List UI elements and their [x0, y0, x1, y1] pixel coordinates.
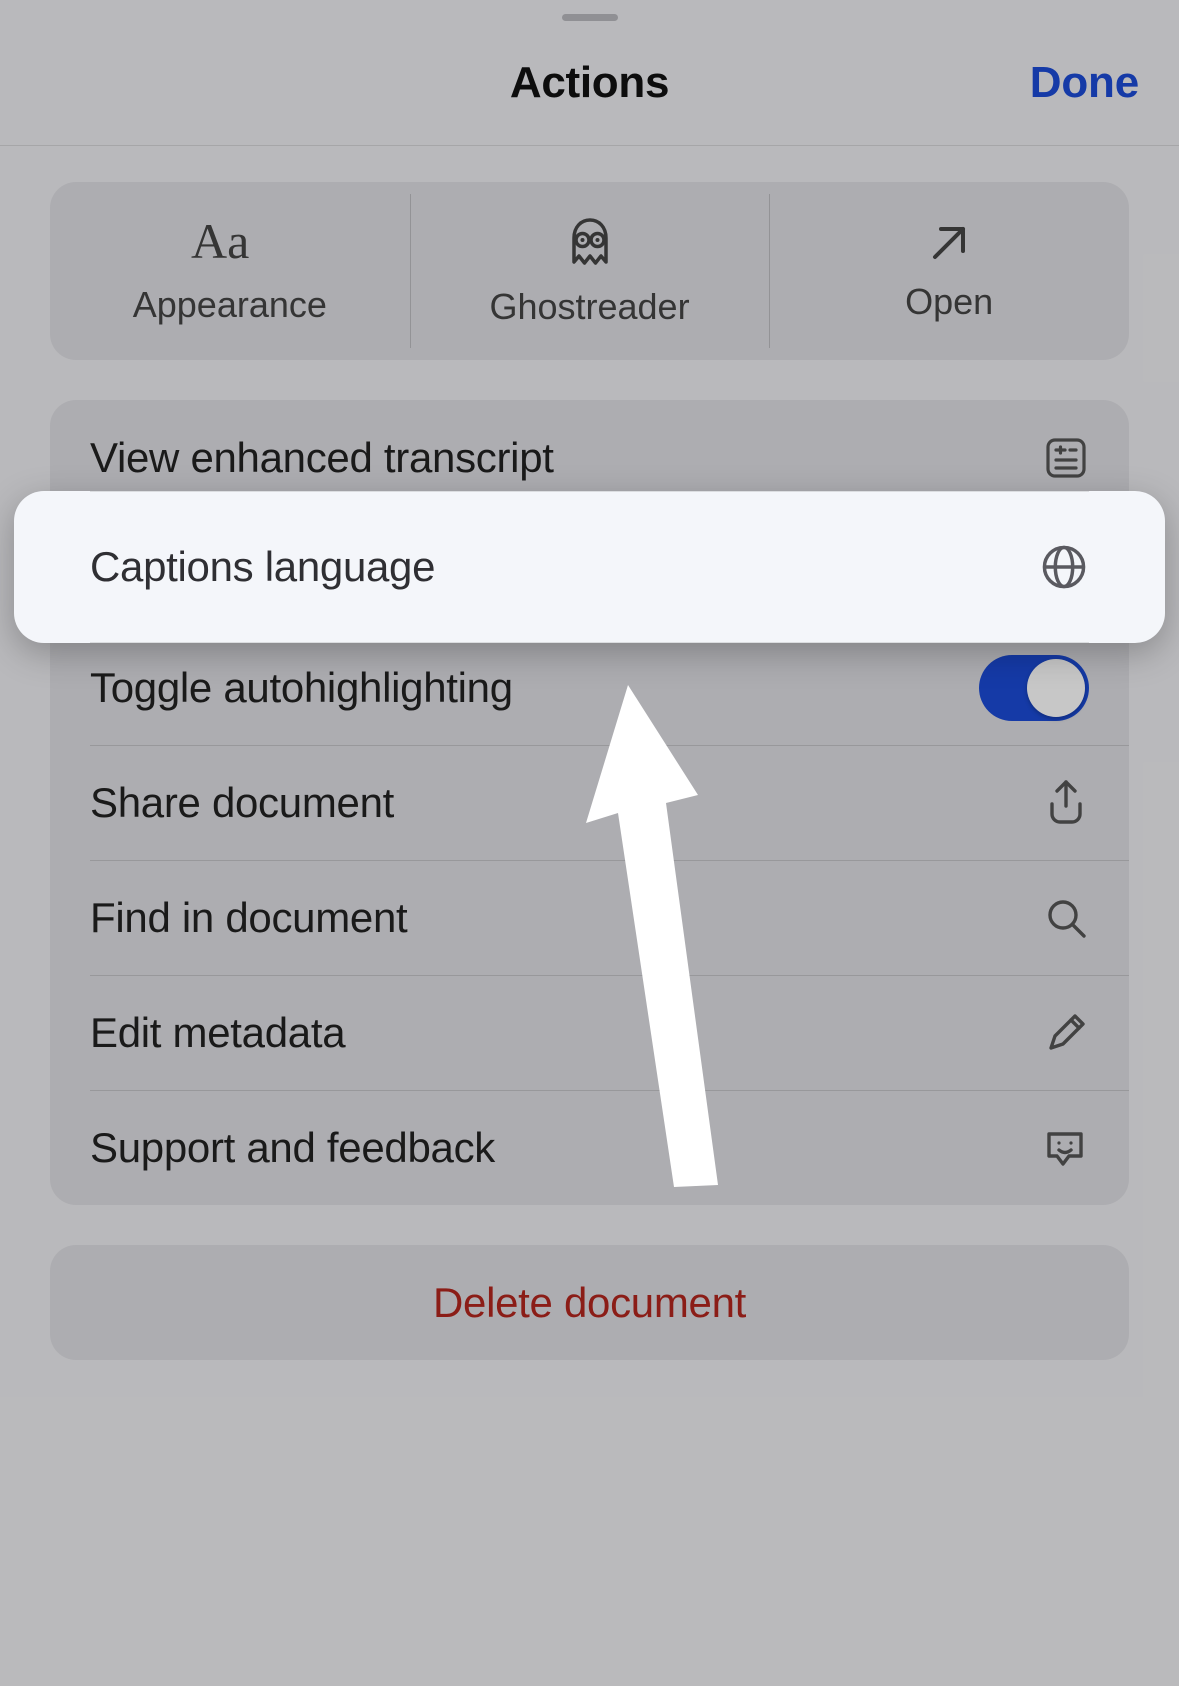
delete-label: Delete document: [433, 1279, 746, 1327]
delete-document-button[interactable]: Delete document: [50, 1245, 1129, 1360]
top-action-label: Open: [905, 281, 993, 323]
row-label: Edit metadata: [90, 1009, 345, 1057]
toggle-autohighlighting-row[interactable]: Toggle autohighlighting: [50, 630, 1129, 745]
row-label: Toggle autohighlighting: [90, 664, 513, 712]
captions-language-highlight[interactable]: Captions language: [14, 491, 1165, 643]
autohighlighting-switch[interactable]: [979, 655, 1089, 721]
row-label: Captions language: [90, 543, 435, 591]
open-button[interactable]: Open: [769, 182, 1129, 360]
globe-icon: [1039, 542, 1089, 592]
top-action-label: Ghostreader: [489, 286, 689, 328]
sheet-title: Actions: [510, 58, 669, 108]
top-actions-group: Aa Appearance Ghostreader: [50, 182, 1129, 360]
row-label: Find in document: [90, 894, 407, 942]
top-action-label: Appearance: [133, 284, 327, 326]
share-document-row[interactable]: Share document: [50, 745, 1129, 860]
appearance-button[interactable]: Aa Appearance: [50, 182, 410, 360]
find-in-document-row[interactable]: Find in document: [50, 860, 1129, 975]
transcript-icon: [1043, 435, 1089, 481]
search-icon: [1043, 895, 1089, 941]
done-button[interactable]: Done: [1030, 58, 1139, 108]
sheet-header: Actions Done: [0, 21, 1179, 146]
edit-metadata-row[interactable]: Edit metadata: [50, 975, 1129, 1090]
row-label: Support and feedback: [90, 1124, 495, 1172]
ghostreader-button[interactable]: Ghostreader: [410, 182, 770, 360]
ghostreader-icon: [561, 214, 619, 272]
sheet-content: Aa Appearance Ghostreader: [0, 146, 1179, 1360]
actions-sheet: Actions Done Aa Appearance: [0, 0, 1179, 1686]
feedback-icon: [1041, 1124, 1089, 1172]
row-label: Share document: [90, 779, 394, 827]
delete-group: Delete document: [50, 1245, 1129, 1360]
support-and-feedback-row[interactable]: Support and feedback: [50, 1090, 1129, 1205]
sheet-grabber[interactable]: [562, 14, 618, 21]
appearance-icon: Aa: [191, 216, 269, 270]
share-icon: [1043, 778, 1089, 828]
row-label: View enhanced transcript: [90, 434, 554, 482]
pencil-icon: [1043, 1010, 1089, 1056]
open-icon: [925, 219, 973, 267]
svg-text:Aa: Aa: [191, 216, 249, 269]
